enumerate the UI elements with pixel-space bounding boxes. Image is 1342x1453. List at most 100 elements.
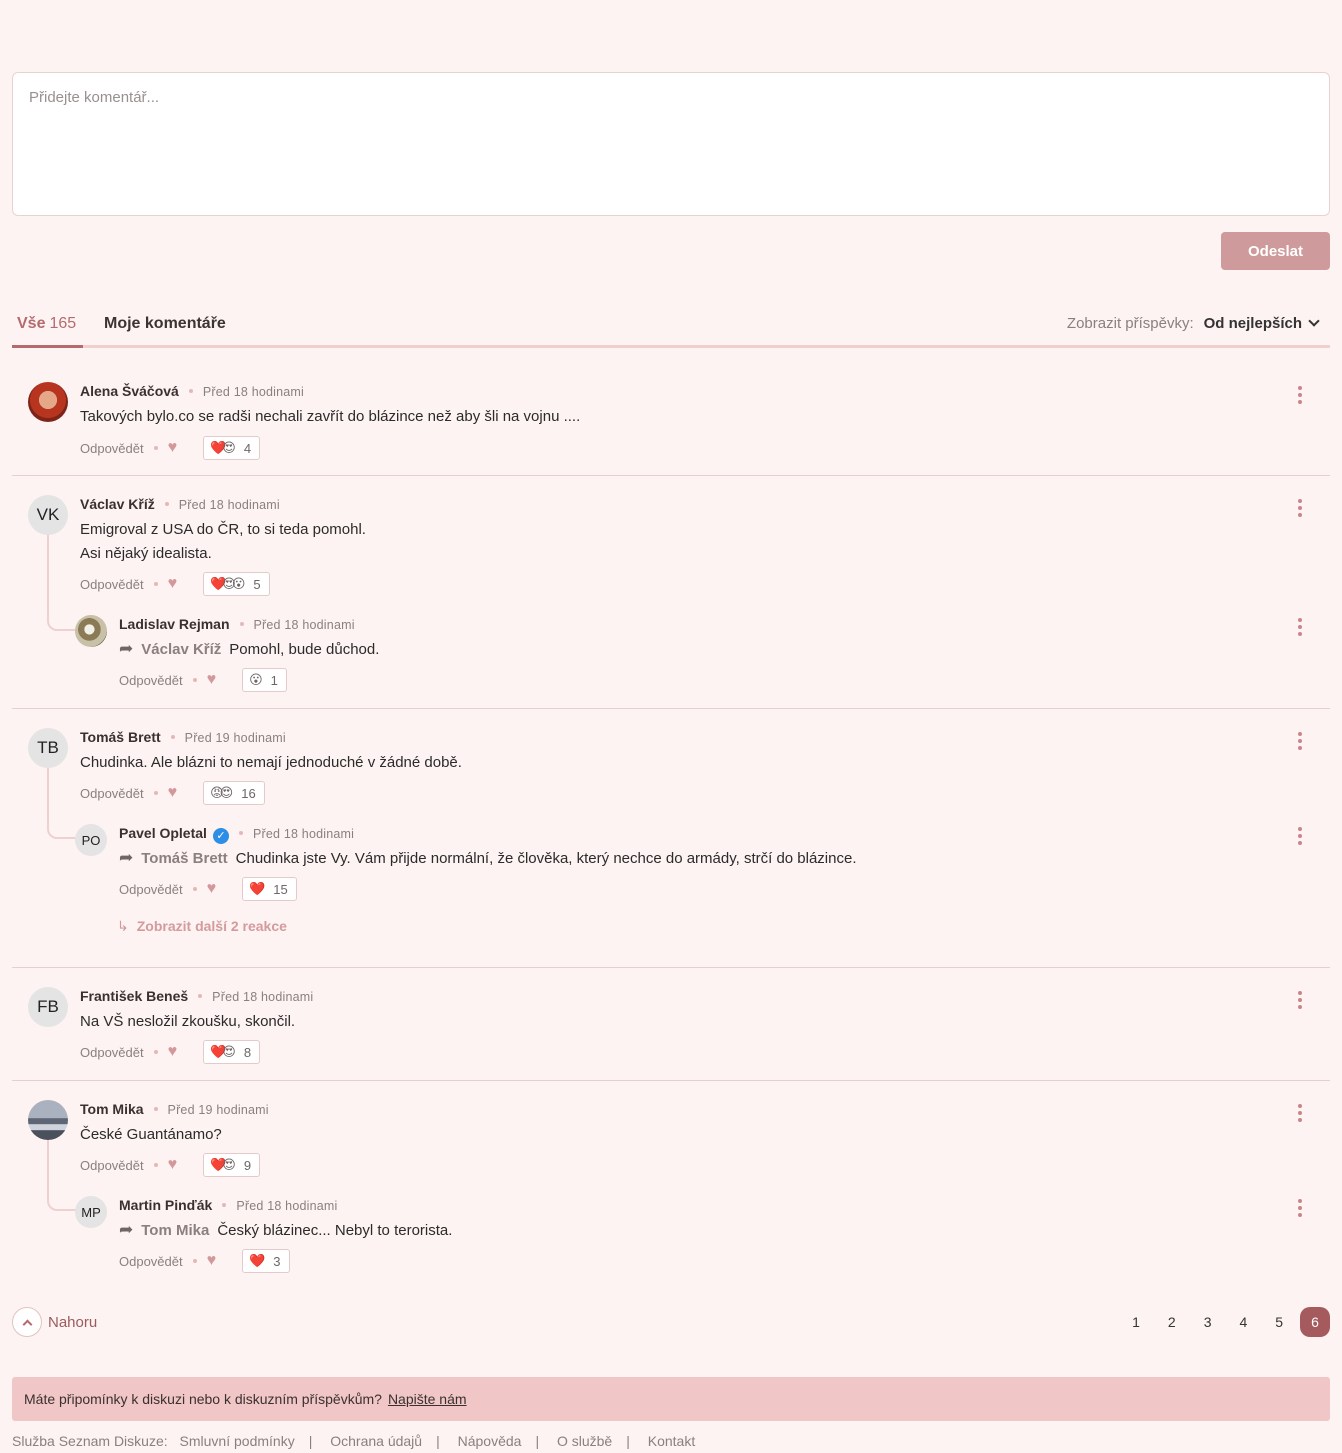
reply-button[interactable]: Odpovědět: [80, 441, 144, 456]
separator-dot: [170, 735, 175, 739]
reply-text: Český blázinec... Nebyl to terorista.: [217, 1222, 453, 1239]
page-link[interactable]: 3: [1193, 1307, 1223, 1337]
more-options-icon[interactable]: [1298, 827, 1302, 845]
reaction-count: 16: [241, 785, 256, 801]
reactions-summary[interactable]: ❤️ 15: [242, 877, 297, 901]
heart-icon[interactable]: ♥: [168, 784, 178, 802]
separator-dot: [192, 678, 197, 682]
more-options-icon[interactable]: [1298, 499, 1302, 517]
reply-button[interactable]: Odpovědět: [119, 882, 183, 897]
avatar[interactable]: MP: [75, 1196, 107, 1228]
timestamp: Před 19 hodinami: [184, 731, 286, 745]
feedback-link[interactable]: Napište nám: [388, 1391, 467, 1407]
tab-all[interactable]: Vše 165: [17, 315, 76, 333]
tab-my-comments[interactable]: Moje komentáře: [104, 315, 226, 333]
timestamp: Před 18 hodinami: [236, 1199, 338, 1213]
reply-button[interactable]: Odpovědět: [80, 1158, 144, 1173]
comment-input[interactable]: [13, 73, 1329, 215]
thread-connector: [47, 534, 77, 631]
footer-link-privacy[interactable]: Ochrana údajů: [330, 1433, 422, 1449]
reactions-summary[interactable]: ❤️😍 4: [203, 436, 261, 460]
comment-thread: FB František Beneš Před 18 hodinami Na VŠ…: [12, 968, 1330, 1081]
heart-icon[interactable]: ♥: [168, 439, 178, 457]
back-to-top-button[interactable]: Nahoru: [12, 1307, 97, 1337]
author-name[interactable]: Pavel Opletal: [119, 825, 207, 841]
heart-icon[interactable]: ♥: [168, 575, 178, 593]
footer-separator: |: [535, 1433, 540, 1449]
more-options-icon[interactable]: [1298, 386, 1302, 404]
footer-link-contact[interactable]: Kontakt: [648, 1433, 695, 1449]
reply-button[interactable]: Odpovědět: [119, 673, 183, 688]
reply-button[interactable]: Odpovědět: [80, 577, 144, 592]
reaction-count: 3: [273, 1253, 281, 1269]
author-name[interactable]: Alena Šváčová: [80, 383, 179, 399]
heart-icon[interactable]: ♥: [207, 1252, 217, 1270]
author-name[interactable]: František Beneš: [80, 988, 188, 1004]
reply-arrow-icon: ➦: [119, 639, 134, 658]
page-link-current[interactable]: 6: [1300, 1307, 1330, 1337]
page-link[interactable]: 2: [1157, 1307, 1187, 1337]
more-options-icon[interactable]: [1298, 1199, 1302, 1217]
heart-icon[interactable]: ♥: [168, 1156, 178, 1174]
comment-text: Chudinka. Ale blázni to nemají jednoduch…: [80, 754, 462, 771]
comment-meta: Martin Pinďák Před 18 hodinami: [119, 1197, 338, 1213]
author-name[interactable]: Václav Kříž: [80, 496, 155, 512]
footer-link-help[interactable]: Nápověda: [458, 1433, 522, 1449]
page-link[interactable]: 1: [1121, 1307, 1151, 1337]
comment-thread: TB Tomáš Brett Před 19 hodinami Chudinka.…: [12, 709, 1330, 968]
avatar[interactable]: VK: [28, 495, 68, 535]
avatar[interactable]: FB: [28, 987, 68, 1027]
author-name[interactable]: Tomáš Brett: [80, 729, 161, 745]
page-link[interactable]: 4: [1228, 1307, 1258, 1337]
reply-button[interactable]: Odpovědět: [80, 1045, 144, 1060]
author-name[interactable]: Martin Pinďák: [119, 1197, 212, 1213]
comment-thread: Tom Mika Před 19 hodinami České Guantánam…: [12, 1081, 1330, 1291]
avatar[interactable]: PO: [75, 824, 107, 856]
reaction-icons: 😮: [249, 672, 262, 687]
footer-label: Služba Seznam Diskuze:: [12, 1433, 168, 1449]
reply-button[interactable]: Odpovědět: [80, 786, 144, 801]
send-button[interactable]: Odeslat: [1221, 232, 1330, 270]
reply-arrow-icon: ➦: [119, 1220, 134, 1239]
reply-to-author[interactable]: Václav Kříž: [141, 641, 221, 658]
comment-text-line: Emigroval z USA do ČR, to si teda pomohl…: [80, 521, 366, 538]
avatar[interactable]: [28, 382, 68, 422]
reply-to-author[interactable]: Tomáš Brett: [141, 850, 227, 867]
comment-text: Takových bylo.co se radši nechali zavřít…: [80, 408, 581, 425]
timestamp: Před 19 hodinami: [167, 1103, 269, 1117]
reactions-summary[interactable]: ❤️ 3: [242, 1249, 290, 1273]
more-options-icon[interactable]: [1298, 618, 1302, 636]
chevron-down-icon: [1308, 315, 1320, 327]
reply-button[interactable]: Odpovědět: [119, 1254, 183, 1269]
more-options-icon[interactable]: [1298, 991, 1302, 1009]
comment-meta: Pavel Opletal ✓ Před 18 hodinami: [119, 825, 354, 844]
reaction-icons: ❤️😍: [210, 1157, 236, 1172]
reply-to-author[interactable]: Tom Mika: [141, 1222, 209, 1239]
tab-bar: Vše 165 Moje komentáře Zobrazit příspěvky…: [12, 306, 1330, 348]
avatar[interactable]: TB: [28, 728, 68, 768]
avatar[interactable]: [75, 615, 107, 647]
page-link[interactable]: 5: [1264, 1307, 1294, 1337]
more-options-icon[interactable]: [1298, 1104, 1302, 1122]
separator-dot: [239, 622, 244, 626]
sort-dropdown[interactable]: Zobrazit příspěvky: Od nejlepších: [1067, 315, 1320, 332]
heart-icon[interactable]: ♥: [207, 671, 217, 689]
separator-dot: [188, 389, 193, 393]
author-name[interactable]: Ladislav Rejman: [119, 616, 230, 632]
avatar[interactable]: [28, 1100, 68, 1140]
reactions-summary[interactable]: ❤️😍😮 5: [203, 572, 270, 596]
author-name[interactable]: Tom Mika: [80, 1101, 144, 1117]
heart-icon[interactable]: ♥: [207, 880, 217, 898]
reactions-summary[interactable]: 😮 1: [242, 668, 287, 692]
timestamp: Před 18 hodinami: [253, 618, 355, 632]
more-options-icon[interactable]: [1298, 732, 1302, 750]
comment-text: Na VŠ nesložil zkoušku, skončil.: [80, 1013, 296, 1030]
footer-link-about[interactable]: O službě: [557, 1433, 612, 1449]
reactions-summary[interactable]: ❤️😍 9: [203, 1153, 261, 1177]
footer-link-terms[interactable]: Smluvní podmínky: [180, 1433, 295, 1449]
reactions-summary[interactable]: 😡😍 16: [203, 781, 265, 805]
heart-icon[interactable]: ♥: [168, 1043, 178, 1061]
reactions-summary[interactable]: ❤️😍 8: [203, 1040, 261, 1064]
show-more-replies-button[interactable]: ↳ Zobrazit další 2 reakce: [117, 918, 287, 935]
feedback-bar: Máte připomínky k diskuzi nebo k diskuzn…: [12, 1377, 1330, 1421]
